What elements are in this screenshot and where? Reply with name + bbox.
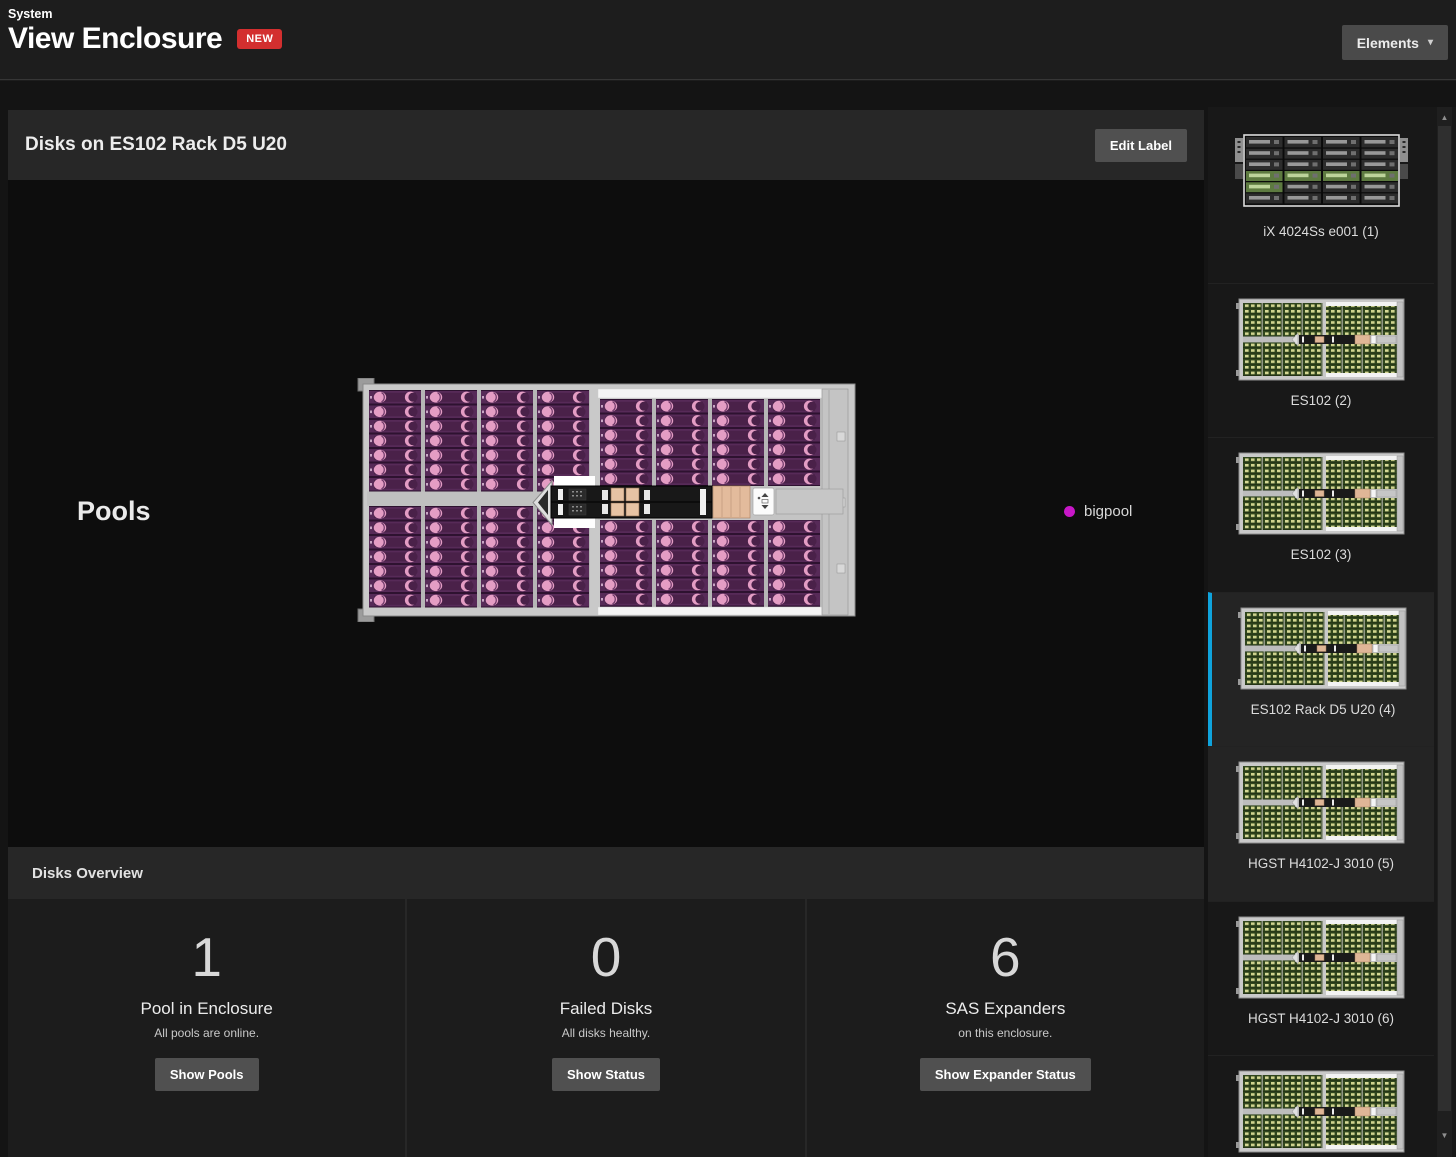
enclosure-visualization: Pools [8, 180, 1204, 847]
new-badge: NEW [237, 29, 282, 49]
enclosure-list-item-6[interactable]: HGST H4102-J 3010 (6) [1208, 901, 1434, 1056]
enclosure-item-label: ES102 Rack D5 U20 (4) [1212, 702, 1434, 717]
scroll-down-icon[interactable]: ▼ [1437, 1127, 1452, 1143]
enclosure-top-view-graphic[interactable] [355, 378, 860, 622]
enclosure-card-header: Disks on ES102 Rack D5 U20 Edit Label [8, 110, 1204, 180]
enclosure-card: Disks on ES102 Rack D5 U20 Edit Label Po… [8, 110, 1204, 1157]
show-status-button[interactable]: Show Status [552, 1058, 660, 1091]
enclosure-card-title: Disks on ES102 Rack D5 U20 [25, 134, 1095, 156]
enclosure-list: iX 4024Ss e001 (1) ES102 (2) ES102 (3) E… [1208, 107, 1434, 1157]
disks-overview-header: Disks Overview [8, 847, 1204, 899]
disks-overview-title: Disks Overview [32, 865, 143, 882]
breadcrumb[interactable]: System [8, 7, 52, 21]
enclosure-item-label: ES102 (2) [1208, 393, 1434, 408]
enclosure-list-item-1[interactable]: iX 4024Ss e001 (1) [1208, 128, 1434, 283]
enclosure-top-thumbnail [1237, 606, 1410, 691]
sidebar-scrollbar[interactable]: ▲ ▼ [1437, 107, 1452, 1157]
enclosure-list-item-5[interactable]: HGST H4102-J 3010 (5) [1208, 746, 1434, 901]
sas-expander-count: 6 [990, 929, 1021, 986]
pool-color-dot [1064, 506, 1075, 517]
enclosure-top-thumbnail [1235, 297, 1408, 382]
stat-card-sas-expanders: 6 SAS Expanders on this enclosure. Show … [807, 899, 1204, 1157]
content-area: Disks on ES102 Rack D5 U20 Edit Label Po… [0, 81, 1456, 1157]
pool-legend[interactable]: bigpool [1064, 503, 1132, 520]
enclosure-item-label: HGST H4102-J 3010 (5) [1208, 856, 1434, 871]
enclosure-item-label: HGST H4102-J 3010 (6) [1208, 1011, 1434, 1026]
edit-label-button[interactable]: Edit Label [1095, 129, 1187, 162]
chevron-down-icon: ▾ [1428, 37, 1433, 48]
disks-overview-stats: 1 Pool in Enclosure All pools are online… [8, 899, 1204, 1157]
enclosure-front-thumbnail [1235, 128, 1408, 213]
pool-count-sublabel: All pools are online. [154, 1026, 259, 1040]
scroll-up-icon[interactable]: ▲ [1437, 109, 1452, 125]
pools-label: Pools [77, 496, 151, 527]
enclosure-top-thumbnail [1235, 760, 1408, 845]
elements-button-label: Elements [1357, 35, 1419, 51]
enclosure-list-item-3[interactable]: ES102 (3) [1208, 437, 1434, 592]
page-header: System View Enclosure NEW Elements ▾ [0, 0, 1456, 80]
enclosure-top-thumbnail [1235, 1069, 1408, 1154]
failed-disk-sublabel: All disks healthy. [562, 1026, 650, 1040]
stat-card-pools: 1 Pool in Enclosure All pools are online… [8, 899, 405, 1157]
show-pools-button[interactable]: Show Pools [155, 1058, 259, 1091]
page-title: View Enclosure [8, 22, 222, 56]
enclosure-top-thumbnail [1235, 451, 1408, 536]
enclosure-item-label: iX 4024Ss e001 (1) [1208, 224, 1434, 239]
stat-card-failed-disks: 0 Failed Disks All disks healthy. Show S… [407, 899, 804, 1157]
enclosure-list-item-2[interactable]: ES102 (2) [1208, 283, 1434, 438]
enclosure-list-item-7[interactable]: HGST H4102-J 3010 (7) [1208, 1055, 1434, 1157]
view-enclosure-page: System View Enclosure NEW Elements ▾ Dis… [0, 0, 1456, 1157]
enclosure-list-item-4-selected[interactable]: ES102 Rack D5 U20 (4) [1208, 592, 1434, 747]
pool-count: 1 [191, 929, 222, 986]
failed-disk-label: Failed Disks [560, 999, 653, 1019]
show-expander-status-button[interactable]: Show Expander Status [920, 1058, 1091, 1091]
sas-expander-sublabel: on this enclosure. [958, 1026, 1052, 1040]
enclosure-selector-sidebar: iX 4024Ss e001 (1) ES102 (2) ES102 (3) E… [1208, 107, 1456, 1157]
sas-expander-label: SAS Expanders [945, 999, 1065, 1019]
enclosure-top-thumbnail [1235, 915, 1408, 1000]
elements-dropdown-button[interactable]: Elements ▾ [1342, 25, 1448, 60]
sidebar-scrollbar-thumb[interactable] [1438, 126, 1451, 1111]
failed-disk-count: 0 [591, 929, 622, 986]
pool-count-label: Pool in Enclosure [141, 999, 273, 1019]
enclosure-item-label: ES102 (3) [1208, 547, 1434, 562]
pool-name: bigpool [1084, 503, 1132, 520]
